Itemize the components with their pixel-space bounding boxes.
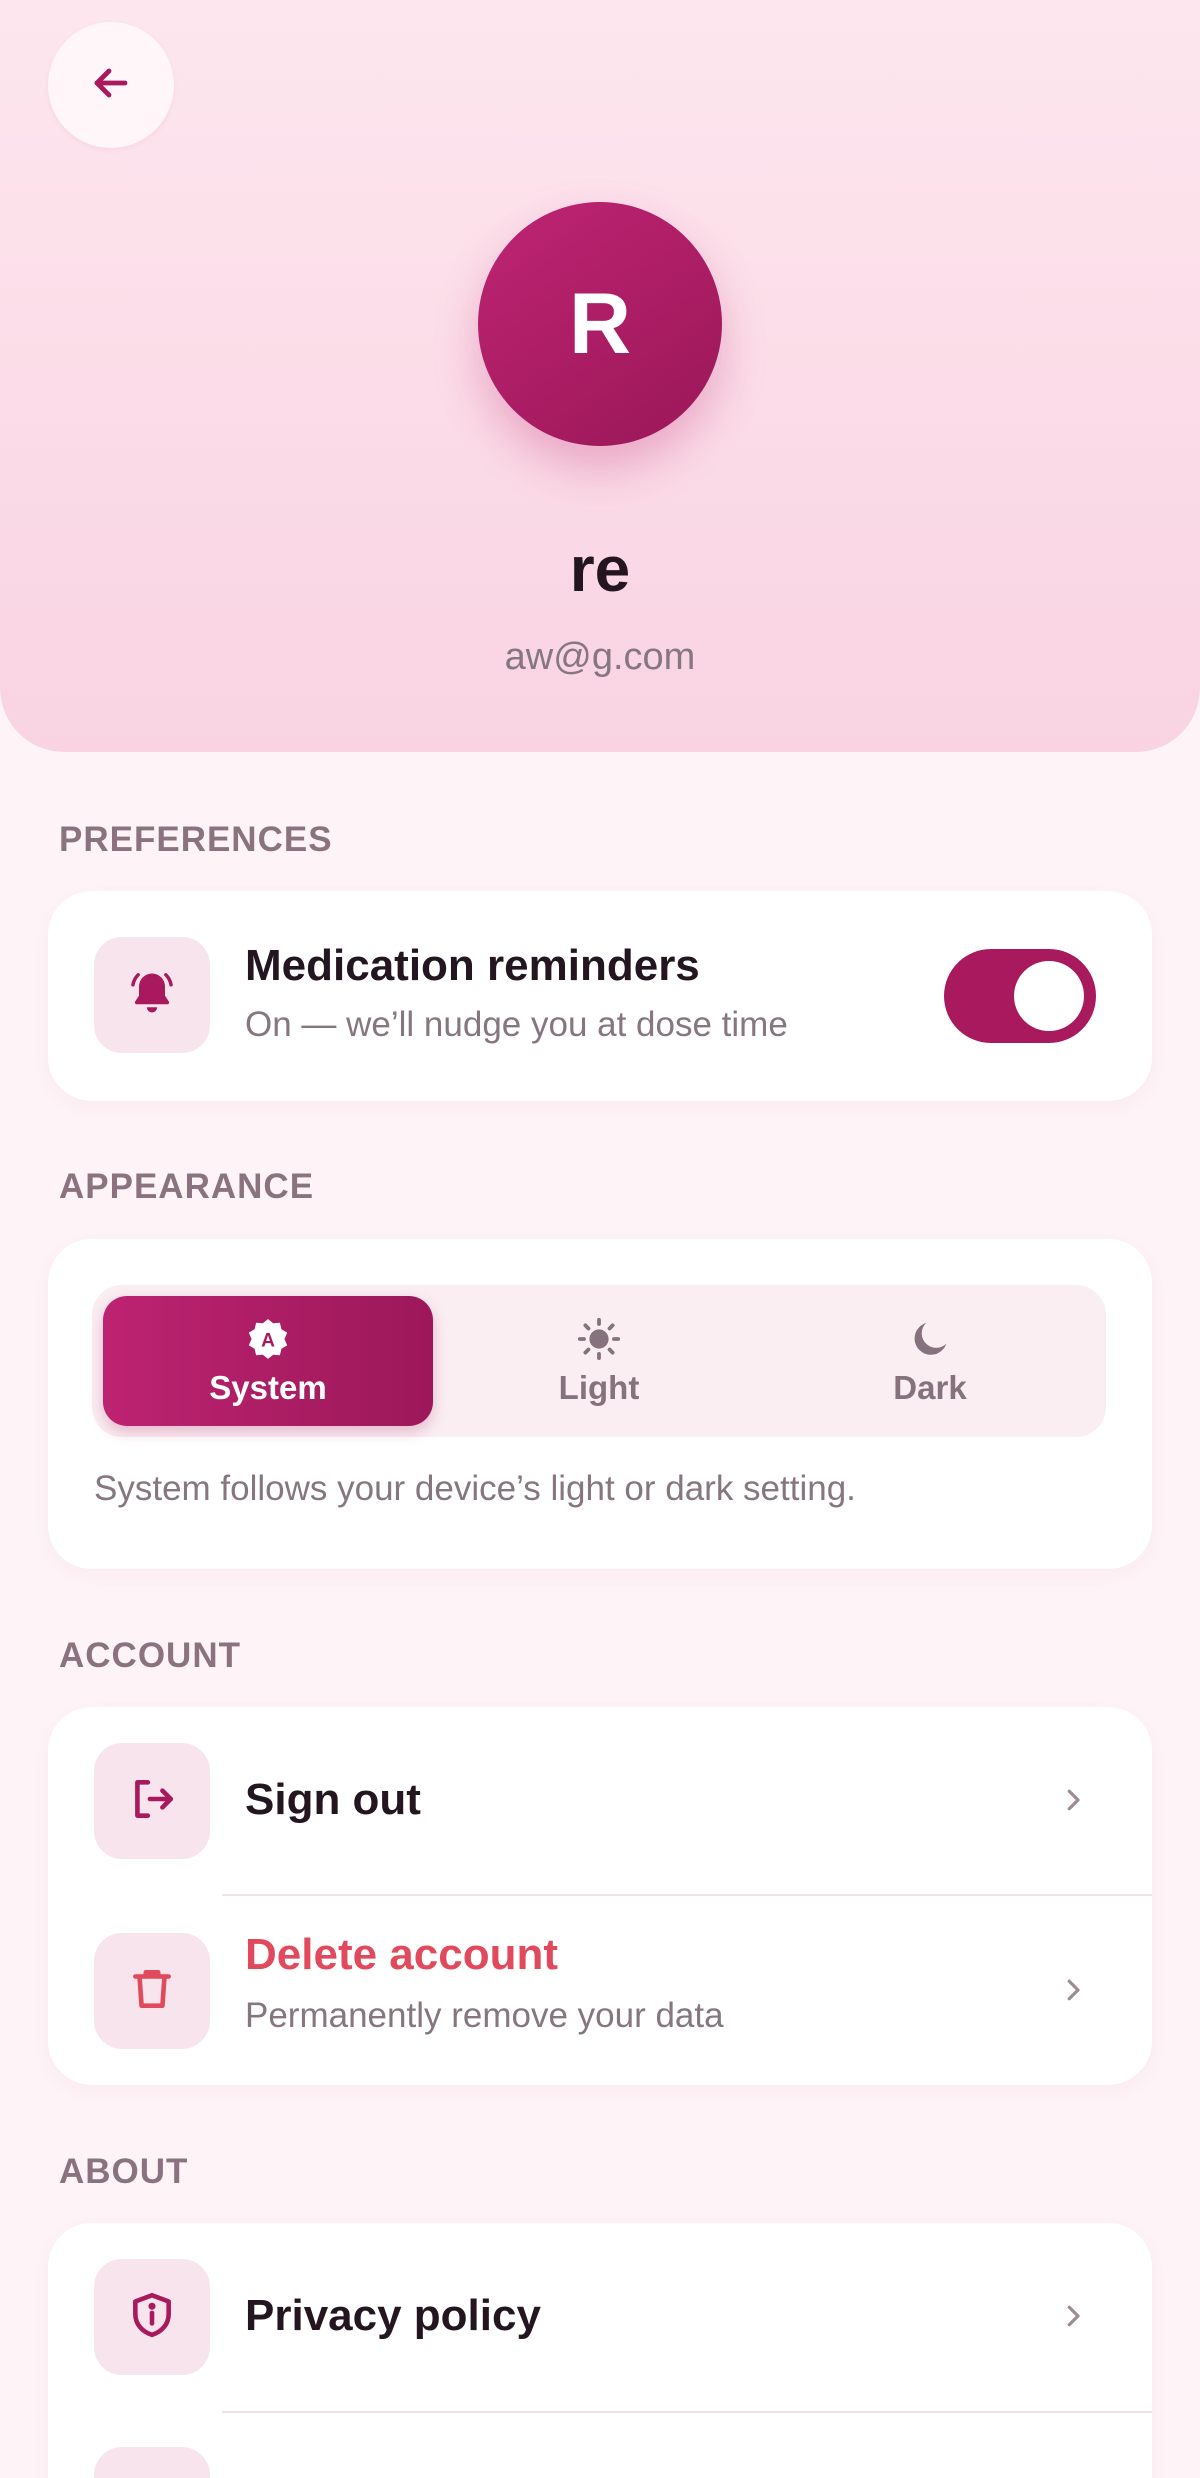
arrow-left-icon [87, 59, 135, 112]
reminders-title: Medication reminders [245, 941, 700, 990]
trash-icon [127, 1964, 177, 2019]
bell-ringing-icon [126, 967, 178, 1024]
toggle-knob [1014, 961, 1084, 1031]
reminder-icon-tile [94, 937, 210, 1053]
sign-out-icon-tile [94, 1743, 210, 1859]
appearance-card: A System Light Dark System follows your [48, 1239, 1152, 1569]
theme-option-light[interactable]: Light [434, 1296, 764, 1426]
delete-account-title: Delete account [245, 1930, 558, 1979]
sign-out-title: Sign out [245, 1775, 421, 1824]
appearance-note: System follows your device’s light or da… [94, 1469, 856, 1508]
theme-option-dark[interactable]: Dark [765, 1296, 1095, 1426]
privacy-policy-row[interactable]: Privacy policy [48, 2223, 1152, 2411]
chevron-right-icon [1058, 1785, 1088, 1815]
theme-option-light-label: Light [558, 1369, 640, 1406]
chevron-right-icon [1058, 1975, 1088, 2005]
reminders-subtitle: On — we’ll nudge you at dose time [245, 1005, 788, 1044]
svg-text:A: A [261, 1331, 275, 1352]
delete-account-row[interactable]: Delete account Permanently remove your d… [48, 1896, 1152, 2085]
sun-icon [576, 1315, 622, 1363]
delete-account-subtitle: Permanently remove your data [245, 1996, 724, 2035]
preferences-card: Medication reminders On — we’ll nudge yo… [48, 891, 1152, 1101]
profile-email: aw@g.com [504, 636, 696, 678]
next-row-icon-tile [94, 2447, 210, 2478]
auto-theme-icon: A [245, 1315, 291, 1363]
reminders-toggle[interactable] [944, 949, 1096, 1043]
theme-option-system-label: System [209, 1369, 327, 1406]
shield-info-icon [127, 2290, 177, 2345]
avatar-initial: R [568, 275, 632, 372]
account-card: Sign out Delete account Permanently remo… [48, 1707, 1152, 2085]
section-label-about: ABOUT [59, 2152, 189, 2191]
about-divider [222, 2411, 1152, 2413]
profile-name: re [569, 533, 631, 605]
theme-option-dark-label: Dark [893, 1369, 967, 1406]
section-label-account: ACCOUNT [59, 1636, 241, 1675]
moon-icon [907, 1315, 953, 1363]
theme-segmented-control: A System Light Dark [92, 1285, 1106, 1437]
theme-option-system[interactable]: A System [103, 1296, 433, 1426]
avatar: R [478, 202, 722, 446]
about-card: Privacy policy [48, 2223, 1152, 2478]
delete-icon-tile [94, 1933, 210, 2049]
chevron-right-icon [1058, 2301, 1088, 2331]
section-label-appearance: APPEARANCE [59, 1167, 315, 1206]
privacy-policy-title: Privacy policy [245, 2291, 541, 2340]
sign-out-row[interactable]: Sign out [48, 1707, 1152, 1894]
privacy-icon-tile [94, 2259, 210, 2375]
back-button[interactable] [48, 22, 174, 148]
sign-out-icon [127, 1774, 177, 1829]
section-label-preferences: PREFERENCES [59, 820, 333, 859]
